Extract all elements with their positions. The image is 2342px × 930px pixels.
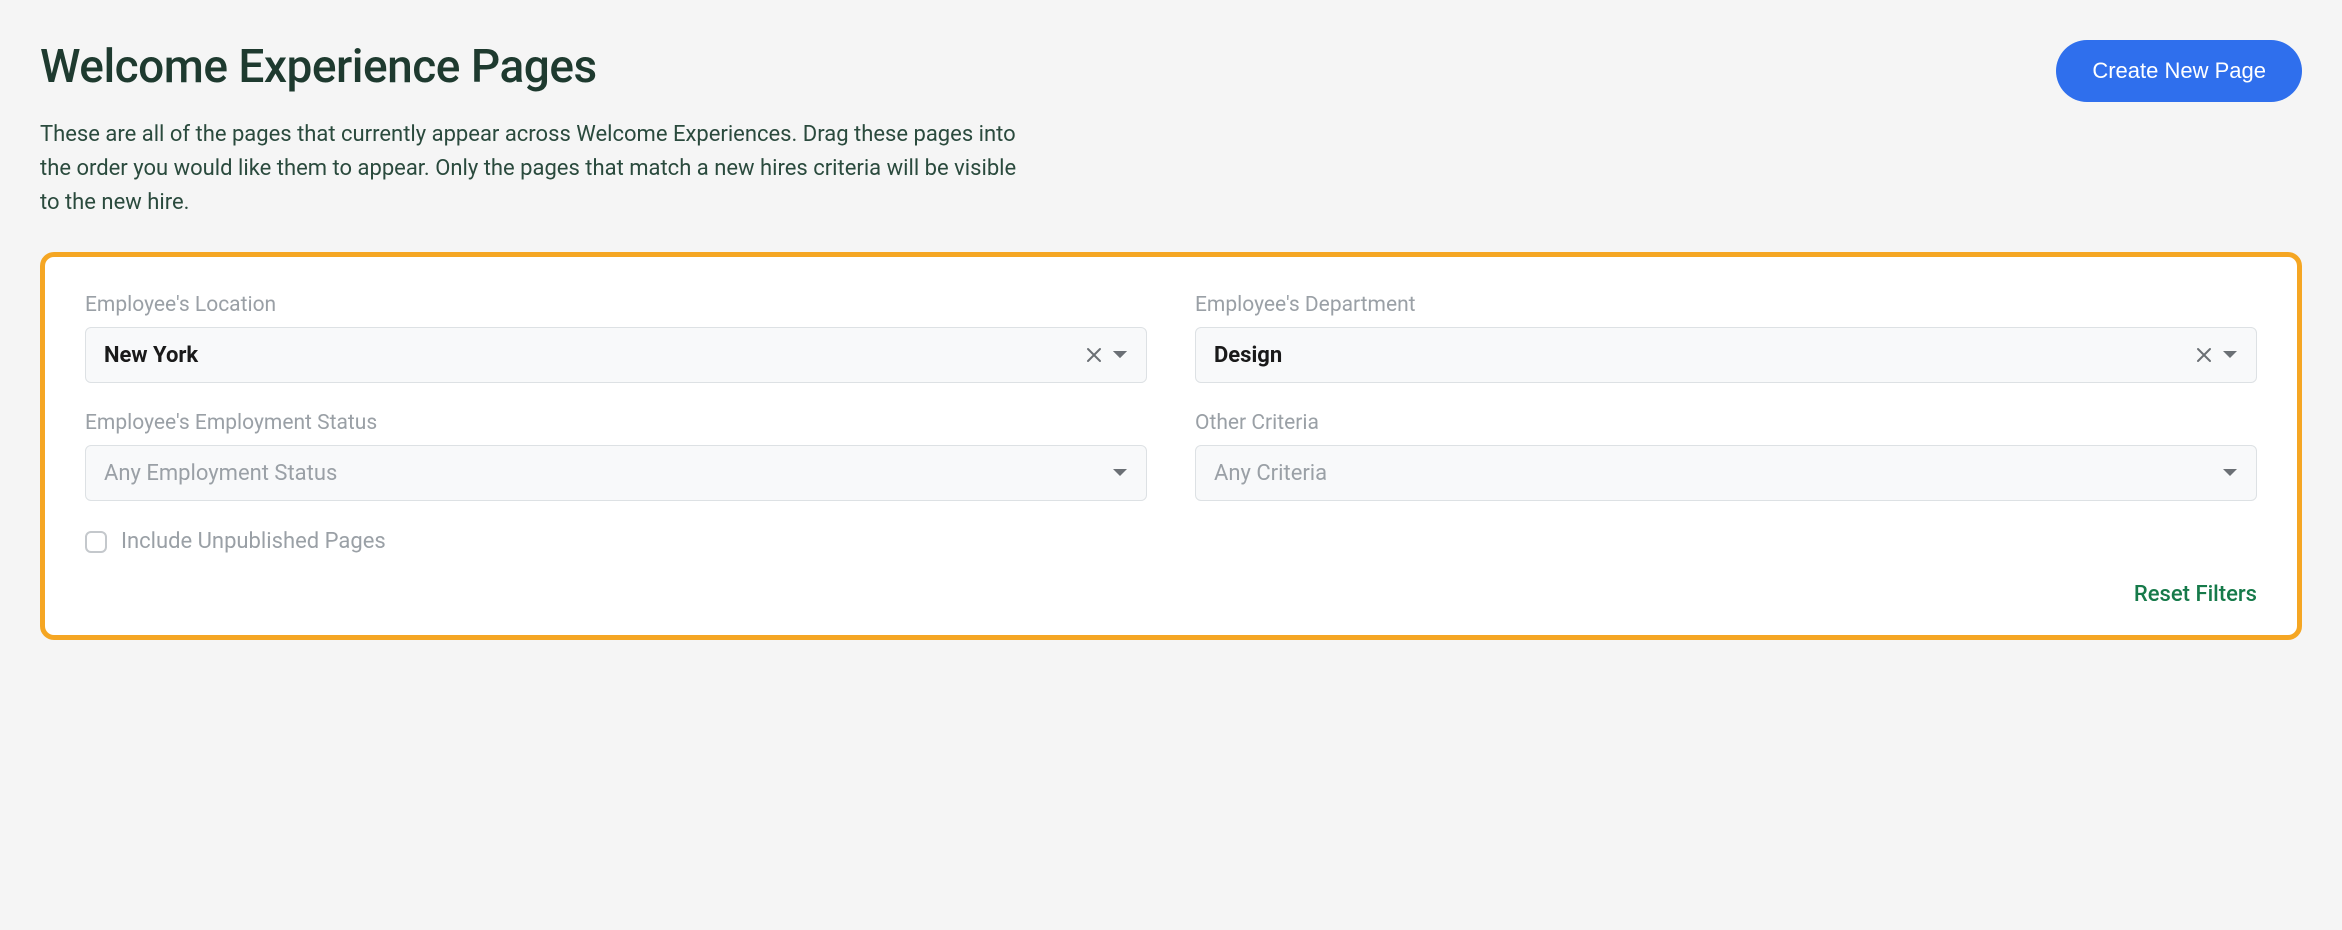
other-criteria-field: Other Criteria Any Criteria xyxy=(1195,411,2257,501)
other-criteria-placeholder: Any Criteria xyxy=(1214,461,1327,486)
filter-panel: Employee's Location New York Employee's … xyxy=(40,252,2302,640)
location-select[interactable]: New York xyxy=(85,327,1147,383)
include-unpublished-checkbox[interactable] xyxy=(85,531,107,553)
department-field: Employee's Department Design xyxy=(1195,293,2257,383)
chevron-down-icon[interactable] xyxy=(2222,350,2238,360)
employment-status-field: Employee's Employment Status Any Employm… xyxy=(85,411,1147,501)
reset-filters-link[interactable]: Reset Filters xyxy=(2134,582,2257,607)
location-value: New York xyxy=(104,343,198,368)
location-label: Employee's Location xyxy=(85,293,1147,317)
department-label: Employee's Department xyxy=(1195,293,2257,317)
location-field: Employee's Location New York xyxy=(85,293,1147,383)
include-unpublished-row[interactable]: Include Unpublished Pages xyxy=(85,529,2257,554)
page-description: These are all of the pages that currentl… xyxy=(40,118,1040,220)
department-value: Design xyxy=(1214,343,1282,368)
chevron-down-icon[interactable] xyxy=(2222,468,2238,478)
chevron-down-icon[interactable] xyxy=(1112,468,1128,478)
clear-icon[interactable] xyxy=(2196,347,2212,363)
create-new-page-button[interactable]: Create New Page xyxy=(2056,40,2302,102)
department-select[interactable]: Design xyxy=(1195,327,2257,383)
page-title: Welcome Experience Pages xyxy=(40,40,597,94)
employment-status-placeholder: Any Employment Status xyxy=(104,461,337,486)
other-criteria-label: Other Criteria xyxy=(1195,411,2257,435)
employment-status-label: Employee's Employment Status xyxy=(85,411,1147,435)
clear-icon[interactable] xyxy=(1086,347,1102,363)
employment-status-select[interactable]: Any Employment Status xyxy=(85,445,1147,501)
chevron-down-icon[interactable] xyxy=(1112,350,1128,360)
include-unpublished-label: Include Unpublished Pages xyxy=(121,529,386,554)
other-criteria-select[interactable]: Any Criteria xyxy=(1195,445,2257,501)
